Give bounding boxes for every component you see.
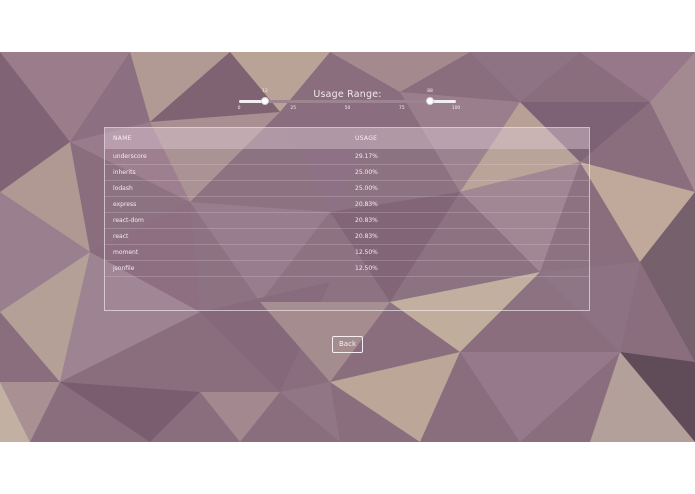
slider-min-value: 12: [262, 89, 268, 94]
slider-tick-label: 25: [290, 106, 297, 111]
usage-range-title: Usage Range:: [313, 89, 382, 100]
package-name: react: [113, 233, 129, 240]
package-usage: 20.83%: [355, 233, 378, 240]
column-header-name[interactable]: NAME: [113, 128, 132, 149]
table-row[interactable]: moment 12.50%: [105, 245, 589, 261]
column-header-usage[interactable]: USAGE: [355, 128, 377, 149]
slider-max-value: 88: [427, 89, 433, 94]
table-row[interactable]: jsonfile 12.50%: [105, 261, 589, 277]
slider-tick-label: 50: [344, 106, 351, 111]
table-row[interactable]: lodash 25.00%: [105, 181, 589, 197]
package-name: jsonfile: [113, 265, 135, 272]
slider-selected-range: [265, 100, 430, 103]
slider-max-handle[interactable]: [425, 97, 434, 105]
package-name: underscore: [113, 153, 147, 160]
package-name: react-dom: [113, 217, 144, 224]
package-usage: 25.00%: [355, 185, 378, 192]
package-usage: 12.50%: [355, 249, 378, 256]
slider-tick-label: 0: [237, 106, 241, 111]
usage-range-slider[interactable]: 12 88 0 25 50 75 100: [237, 89, 461, 124]
package-name: express: [113, 201, 137, 208]
page-background: Usage Range: 12 88 0 25 50 75 100 NAME U…: [0, 52, 695, 442]
slider-min-handle[interactable]: [261, 97, 270, 105]
package-usage: 25.00%: [355, 169, 378, 176]
slider-tick-label: 100: [451, 106, 461, 111]
table-row[interactable]: react-dom 20.83%: [105, 213, 589, 229]
package-usage: 20.83%: [355, 217, 378, 224]
package-name: lodash: [113, 185, 133, 192]
table-row[interactable]: inherits 25.00%: [105, 165, 589, 181]
package-usage: 12.50%: [355, 265, 378, 272]
table-header: NAME USAGE: [105, 128, 589, 149]
usage-table: NAME USAGE underscore 29.17% inherits 25…: [104, 127, 590, 311]
package-name: moment: [113, 249, 139, 256]
table-row[interactable]: underscore 29.17%: [105, 149, 589, 165]
table-row[interactable]: express 20.83%: [105, 197, 589, 213]
slider-tick-label: 75: [398, 106, 405, 111]
table-row[interactable]: react 20.83%: [105, 229, 589, 245]
package-usage: 29.17%: [355, 153, 378, 160]
package-name: inherits: [113, 169, 136, 176]
package-usage: 20.83%: [355, 201, 378, 208]
back-button[interactable]: Back: [332, 336, 363, 353]
